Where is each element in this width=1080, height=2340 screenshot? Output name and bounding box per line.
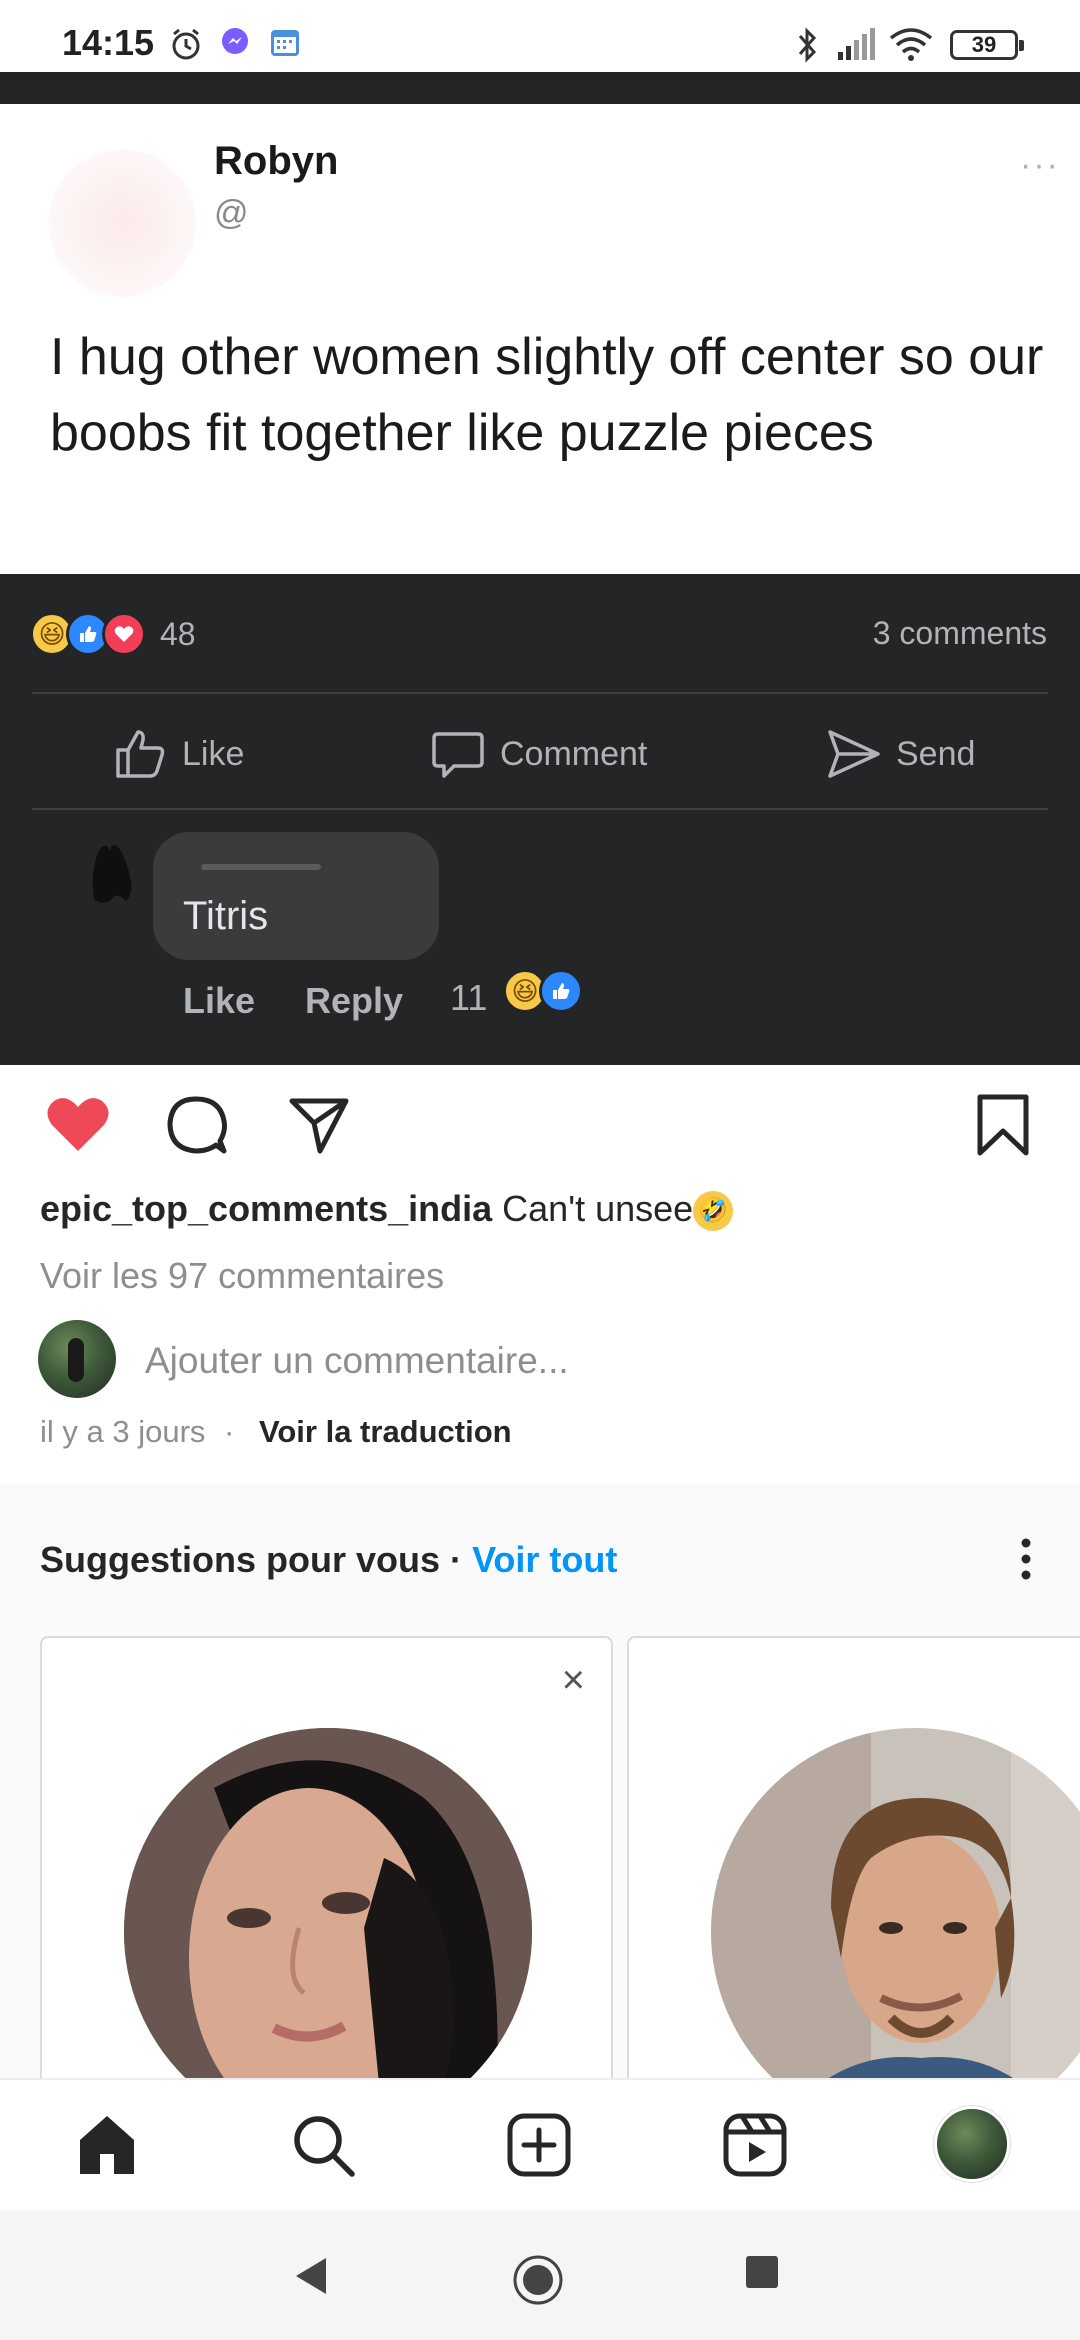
bluetooth-icon	[796, 26, 820, 69]
current-user-avatar	[38, 1320, 116, 1398]
tweet-avatar	[48, 149, 196, 297]
meta-separator: ·	[224, 1414, 235, 1449]
back-icon[interactable]	[292, 2254, 330, 2303]
share-button[interactable]	[286, 1093, 352, 1164]
reaction-summary: 😆 48	[30, 610, 196, 658]
fb-send-action: Send	[826, 722, 975, 786]
see-translation-link[interactable]: Voir la traduction	[259, 1414, 512, 1449]
like-button[interactable]	[44, 1093, 112, 1160]
commenter-avatar	[86, 837, 142, 907]
love-reaction-icon	[102, 612, 146, 656]
search-icon[interactable]	[290, 2112, 356, 2183]
suggestion-avatar	[711, 1728, 1080, 2094]
suggestions-header: Suggestions pour vous · Voir tout	[40, 1539, 617, 1581]
comment-reactions: 😆	[503, 969, 583, 1013]
comment-reaction-count: 11	[450, 977, 488, 1018]
calendar-icon	[268, 26, 302, 65]
suggestion-card[interactable]	[627, 1636, 1080, 2096]
like-reaction-icon	[539, 969, 583, 1013]
view-all-comments-link[interactable]: Voir les 97 commentaires	[40, 1255, 444, 1297]
see-all-link[interactable]: Voir tout	[472, 1539, 617, 1580]
divider	[32, 692, 1048, 694]
post-username[interactable]: epic_top_comments_india	[40, 1188, 492, 1229]
create-icon[interactable]	[506, 2112, 572, 2183]
messenger-icon	[220, 26, 250, 61]
post-caption: epic_top_comments_india Can't unsee 🤣	[40, 1188, 734, 1232]
more-icon: ···	[1020, 146, 1060, 184]
dismiss-suggestion-button[interactable]: ×	[562, 1658, 585, 1703]
fb-like-action: Like	[112, 722, 244, 786]
comment-reply-link: Reply	[305, 980, 404, 1021]
save-button[interactable]	[976, 1093, 1030, 1164]
commenter-name	[201, 864, 321, 870]
comment-text: Titris	[183, 894, 269, 938]
tweet-author-name: Robyn	[214, 139, 339, 183]
add-comment-input[interactable]: Ajouter un commentaire...	[145, 1340, 569, 1382]
post-meta: il y a 3 jours · Voir la traduction	[40, 1414, 512, 1450]
bottom-navigation	[0, 2078, 1080, 2210]
fb-comment-label: Comment	[500, 734, 648, 773]
battery-icon: 39	[950, 30, 1024, 60]
status-bar: 14:15 39	[0, 0, 1080, 72]
reaction-count: 48	[160, 615, 196, 652]
rofl-emoji-icon: 🤣	[693, 1191, 734, 1232]
shared-screenshot: Robyn @ ··· I hug other women slightly o…	[0, 72, 1080, 1065]
suggestions-section: Suggestions pour vous · Voir tout ×	[0, 1484, 1080, 2096]
recents-icon[interactable]	[744, 2254, 780, 2295]
fb-like-label: Like	[182, 734, 245, 773]
alarm-icon	[168, 26, 204, 67]
status-time: 14:15	[62, 22, 155, 63]
suggestion-avatar	[124, 1728, 532, 2094]
fb-send-label: Send	[896, 734, 976, 773]
tweet-author-handle: @	[214, 194, 249, 232]
comment-like-link: Like	[183, 980, 256, 1021]
system-navigation-bar	[0, 2210, 1080, 2340]
wifi-icon	[888, 26, 934, 67]
signal-icon	[836, 26, 876, 67]
comment-icon	[432, 732, 484, 778]
home-circle-icon[interactable]	[512, 2254, 564, 2311]
comment-bubble: Titris	[153, 832, 439, 960]
suggestions-title: Suggestions pour vous	[40, 1539, 441, 1580]
fb-comment-action: Comment	[430, 722, 647, 786]
profile-avatar[interactable]	[934, 2106, 1010, 2182]
more-options-icon[interactable]	[1018, 1536, 1034, 1587]
post-action-bar	[0, 1093, 1080, 1163]
send-icon	[828, 730, 880, 778]
post-caption-text: Can't unsee	[502, 1188, 694, 1229]
comments-count: 3 comments	[872, 615, 1047, 651]
tweet-text: I hug other women slightly off center so…	[50, 328, 1044, 462]
suggestions-separator: ·	[450, 1539, 463, 1580]
divider	[32, 808, 1048, 810]
post-time: il y a 3 jours	[40, 1414, 206, 1449]
reels-icon[interactable]	[722, 2112, 788, 2183]
thumbs-up-icon	[116, 730, 165, 778]
suggestion-card[interactable]: ×	[40, 1636, 613, 2096]
home-icon[interactable]	[74, 2112, 140, 2183]
tweet-card: Robyn @ ··· I hug other women slightly o…	[0, 104, 1080, 574]
comment-button[interactable]	[164, 1093, 230, 1164]
